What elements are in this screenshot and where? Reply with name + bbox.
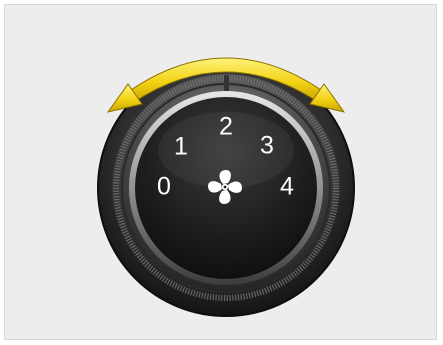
speed-label-2: 2: [219, 113, 233, 141]
speed-label-4: 4: [280, 173, 294, 201]
fan-speed-control: 0 1 2 3 4: [97, 57, 355, 317]
speed-label-0: 0: [157, 173, 171, 201]
speed-label-1: 1: [174, 133, 188, 161]
position-indicator: [224, 75, 229, 91]
speed-label-3: 3: [260, 132, 274, 160]
